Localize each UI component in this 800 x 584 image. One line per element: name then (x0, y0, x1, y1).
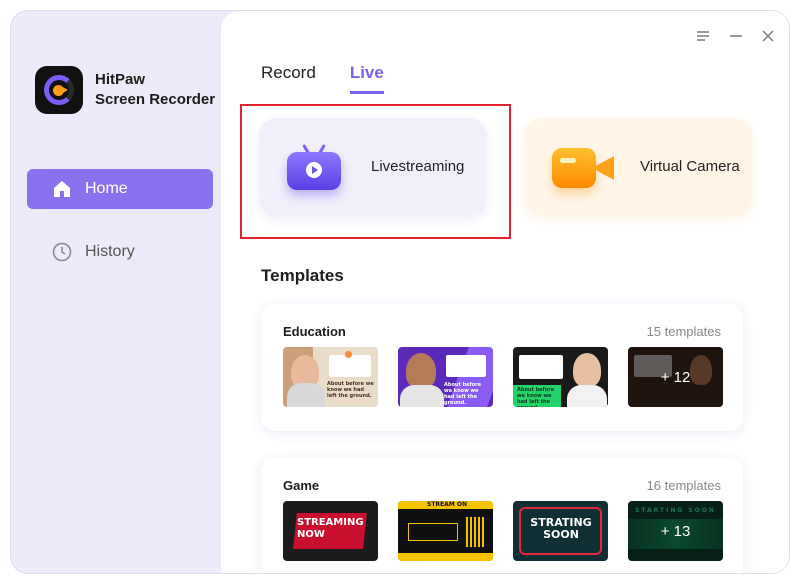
template-caption: About before we know we had left the gro… (327, 381, 374, 399)
template-thumb[interactable]: + 12 (628, 347, 723, 407)
home-icon (51, 178, 73, 200)
template-thumb[interactable]: STARTING SOON + 13 (628, 501, 723, 561)
templates-title: Templates (261, 266, 344, 285)
template-group-name: Game (283, 478, 320, 493)
template-thumb[interactable]: About before we know we had left the gro… (513, 347, 608, 407)
template-thumb[interactable]: STRATING SOON (513, 501, 608, 561)
template-thumb[interactable]: STREAMING NOW (283, 501, 378, 561)
app-name-line1: HitPaw (95, 71, 146, 88)
tab-record[interactable]: Record (261, 63, 316, 94)
sidebar-item-label: Home (85, 180, 128, 197)
app-name: HitPaw Screen Recorder (95, 70, 215, 110)
highlight-box (240, 104, 511, 239)
sidebar-item-home[interactable]: Home (27, 169, 213, 209)
template-caption: STREAMING NOW (297, 517, 364, 540)
template-more-count: + 13 (628, 501, 723, 561)
main-panel: Record Live Livestreaming Virtual Camera… (221, 11, 789, 573)
virtual-camera-card[interactable]: Virtual Camera (524, 118, 752, 216)
template-thumb[interactable]: STREAM ON (398, 501, 493, 561)
template-caption: STREAM ON (427, 501, 467, 508)
sidebar-item-history[interactable]: History (27, 232, 213, 272)
mode-tabs: Record Live (261, 63, 384, 94)
template-caption: About before we know we had left the gro… (517, 387, 555, 407)
minimize-icon[interactable] (727, 29, 745, 43)
template-group-count[interactable]: 15 templates (647, 324, 721, 339)
template-group-education: Education 15 templates About before we k… (261, 304, 743, 431)
clock-icon (51, 241, 73, 263)
sidebar-item-label: History (85, 243, 135, 260)
app-name-line2: Screen Recorder (95, 91, 216, 108)
template-group-count[interactable]: 16 templates (647, 478, 721, 493)
video-camera-icon (552, 148, 616, 188)
sidebar: HitPaw Screen Recorder Home History (11, 11, 221, 573)
template-thumb[interactable]: About before we know we had left the gro… (398, 347, 493, 407)
menu-icon[interactable] (694, 29, 712, 43)
template-caption: STRATING SOON (530, 516, 592, 541)
hitpaw-logo-icon (35, 66, 83, 114)
close-icon[interactable] (759, 29, 777, 43)
app-logo-area: HitPaw Screen Recorder (35, 66, 215, 114)
tab-live[interactable]: Live (349, 63, 384, 94)
template-caption: About before we know we had left the gro… (444, 382, 482, 406)
virtual-camera-label: Virtual Camera (640, 158, 740, 175)
template-thumb[interactable]: About before we know we had left the gro… (283, 347, 378, 407)
template-group-game: Game 16 templates STREAMING NOW STREAM O… (261, 458, 743, 573)
template-more-count: + 12 (628, 347, 723, 407)
template-group-name: Education (283, 324, 346, 339)
app-window: HitPaw Screen Recorder Home History Reco… (10, 10, 790, 574)
